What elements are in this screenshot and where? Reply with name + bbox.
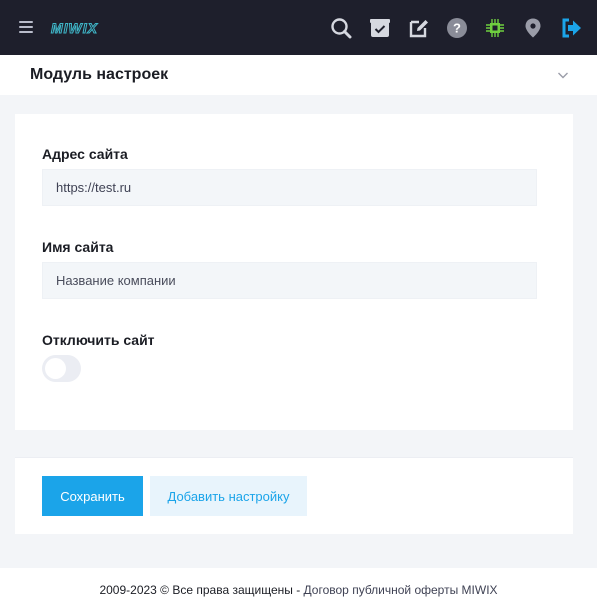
save-button[interactable]: Сохранить [42,476,143,516]
footer-copyright: 2009-2023 © Все права защищены - [99,582,304,597]
hamburger-menu-icon[interactable] [19,21,33,33]
svg-text:?: ? [453,21,461,36]
page-header: Модуль настроек [0,55,597,95]
site-address-input[interactable] [42,169,537,206]
logo-text: MIWIX [51,20,99,36]
page-title: Модуль настроек [30,66,169,83]
chevron-down-icon[interactable] [556,68,570,82]
chip-icon[interactable] [484,17,506,39]
disable-site-label: Отключить сайт [42,332,155,348]
site-name-input[interactable] [42,262,537,299]
miwix-logo[interactable]: MIWIX [50,20,114,36]
logout-icon[interactable] [560,17,582,39]
search-icon[interactable] [330,17,352,39]
disable-site-toggle[interactable] [42,355,81,382]
topbar: MIWIX ? [0,0,597,55]
location-pin-icon[interactable] [522,17,544,39]
edit-icon[interactable] [408,17,430,39]
site-address-label: Адрес сайта [42,146,128,162]
footer: 2009-2023 © Все права защищены - Договор… [0,568,597,611]
public-offer-link[interactable]: Договор публичной оферты MIWIX [304,583,498,597]
add-setting-button[interactable]: Добавить настройку [150,476,307,516]
help-icon[interactable]: ? [446,17,468,39]
site-name-label: Имя сайта [42,239,114,255]
inbox-check-icon[interactable] [369,17,391,39]
toggle-knob [45,358,66,379]
